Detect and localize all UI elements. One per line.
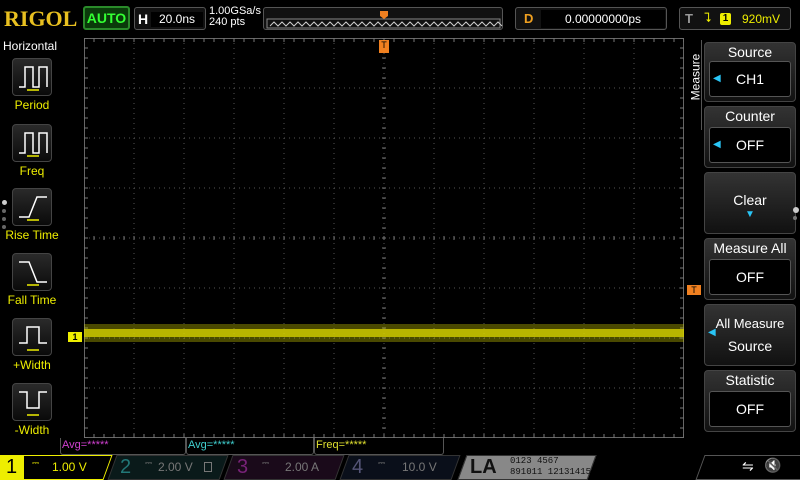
bandwidth-limit-icon [204, 462, 212, 472]
measure-width-button[interactable] [12, 383, 52, 421]
measure-freq-button[interactable] [12, 124, 52, 162]
trigger-level-marker[interactable]: T [687, 285, 701, 295]
ch4-scale[interactable]: 10.0 V [402, 455, 437, 480]
measure-width-button[interactable] [12, 318, 52, 356]
source-value: CH1 [735, 71, 764, 87]
menu-item-label: Fall Time [7, 293, 57, 307]
counter-title: Counter [725, 108, 775, 124]
ch3-number[interactable]: 3 [237, 455, 248, 480]
left-arrow-icon: ◀ [713, 139, 721, 150]
clear-title: Clear [733, 192, 767, 208]
period-icon [19, 66, 48, 91]
neg-width-icon [19, 391, 47, 416]
measurement-2[interactable]: Avg=***** [186, 438, 314, 455]
h-label: H [138, 11, 149, 27]
all-measure-line2: Source [727, 338, 773, 354]
rigol-logo: RIGOL [4, 6, 78, 31]
measurement-1[interactable]: Avg=***** [60, 438, 186, 455]
memory-overview[interactable] [263, 7, 503, 30]
counter-button[interactable]: Counter ◀ OFF [704, 106, 796, 168]
left-arrow-icon: ◀ [713, 73, 721, 84]
menu-item-label: Freq [19, 164, 45, 178]
ch1-scale[interactable]: 1.00 V [52, 455, 87, 480]
mute-icon[interactable]: 🔇 [764, 457, 781, 474]
ch1-trace [84, 329, 684, 337]
statistic-title: Statistic [725, 372, 775, 388]
measure-all-button[interactable]: Measure All OFF [704, 238, 796, 300]
ch1-marker[interactable]: 1 [68, 332, 82, 342]
waveform-grid [84, 38, 684, 438]
statistic-button[interactable]: Statistic OFF [704, 370, 796, 432]
menu-item-label: -Width [14, 423, 50, 437]
left-arrow-icon: ◀ [708, 327, 716, 338]
d-label: D [524, 11, 534, 26]
timebase-display[interactable]: H 20.0ns [134, 7, 206, 30]
run-mode-button[interactable]: AUTO [83, 6, 130, 30]
ch2-number[interactable]: 2 [120, 455, 131, 480]
menu-item-label: Period [14, 98, 50, 112]
measure-tab: Measure [686, 40, 702, 130]
counter-value: OFF [736, 137, 764, 153]
all-measure-source-button[interactable]: ◀ All Measure Source [704, 304, 796, 366]
page-indicator-icon [2, 200, 7, 229]
dc-coupling-icon: ⎓ [378, 458, 386, 468]
acquisition-info: 1.00GSa/s 240 pts [209, 6, 261, 28]
measure-tab-label: Measure [688, 53, 703, 101]
dc-coupling-icon: ⎓ [32, 458, 40, 468]
menu-title: Horizontal [3, 39, 58, 53]
measurement-3-text: Freq=***** [316, 439, 367, 451]
ch2-scale[interactable]: 2.00 V [158, 455, 193, 480]
dc-coupling-icon: ⎓ [145, 458, 153, 468]
usb-icon: ⇋ [742, 458, 754, 474]
timebase-value: 20.0ns [151, 12, 203, 27]
page-indicator-icon [793, 207, 799, 220]
measure-all-title: Measure All [713, 240, 787, 256]
la-label[interactable]: LA [470, 455, 497, 480]
statistic-value: OFF [736, 401, 764, 417]
measurement-3[interactable]: Freq=***** [314, 438, 444, 455]
source-title: Source [727, 44, 773, 60]
dc-coupling-icon: ⎓ [262, 458, 270, 468]
la-bits-row1: 0123 4567 [510, 456, 559, 466]
menu-item-label: Rise Time [5, 228, 59, 242]
pos-width-icon [19, 326, 47, 351]
memory-depth: 240 pts [209, 16, 246, 28]
measurement-2-text: Avg=***** [188, 439, 235, 451]
measure-all-value: OFF [736, 269, 764, 285]
delay-value: 0.00000000ps [541, 10, 665, 28]
trigger-display[interactable]: T ⮧ 1 920mV [679, 7, 791, 30]
clear-button[interactable]: Clear ▼ [704, 172, 796, 234]
measure-fall-time-button[interactable] [12, 253, 52, 291]
measurement-1-text: Avg=***** [62, 439, 109, 451]
la-channels: 0123 4567 891011 12131415 [510, 456, 591, 478]
t-label: T [685, 11, 693, 26]
measure-rise-time-button[interactable] [12, 188, 52, 226]
rise-time-icon [19, 196, 47, 221]
measure-period-button[interactable] [12, 58, 52, 96]
ch1-number[interactable]: 1 [6, 455, 17, 480]
trigger-position-marker[interactable]: T [379, 40, 389, 53]
menu-item-label: +Width [13, 358, 51, 372]
falling-edge-icon: ⮧ [704, 10, 712, 25]
trigger-source: 1 [720, 13, 731, 25]
source-button[interactable]: Source ◀ CH1 [704, 42, 796, 102]
trigger-level: 920mV [742, 12, 781, 26]
trigger-position-icon [380, 11, 388, 19]
freq-icon [19, 132, 48, 157]
ch3-scale[interactable]: 2.00 A [285, 455, 319, 480]
la-bits-row2: 891011 12131415 [510, 467, 592, 477]
delay-display[interactable]: D 0.00000000ps [515, 7, 667, 30]
fall-time-icon [19, 261, 47, 286]
ch4-number[interactable]: 4 [352, 455, 363, 480]
down-arrow-icon: ▼ [745, 209, 755, 220]
all-measure-line1: All Measure [715, 316, 785, 331]
